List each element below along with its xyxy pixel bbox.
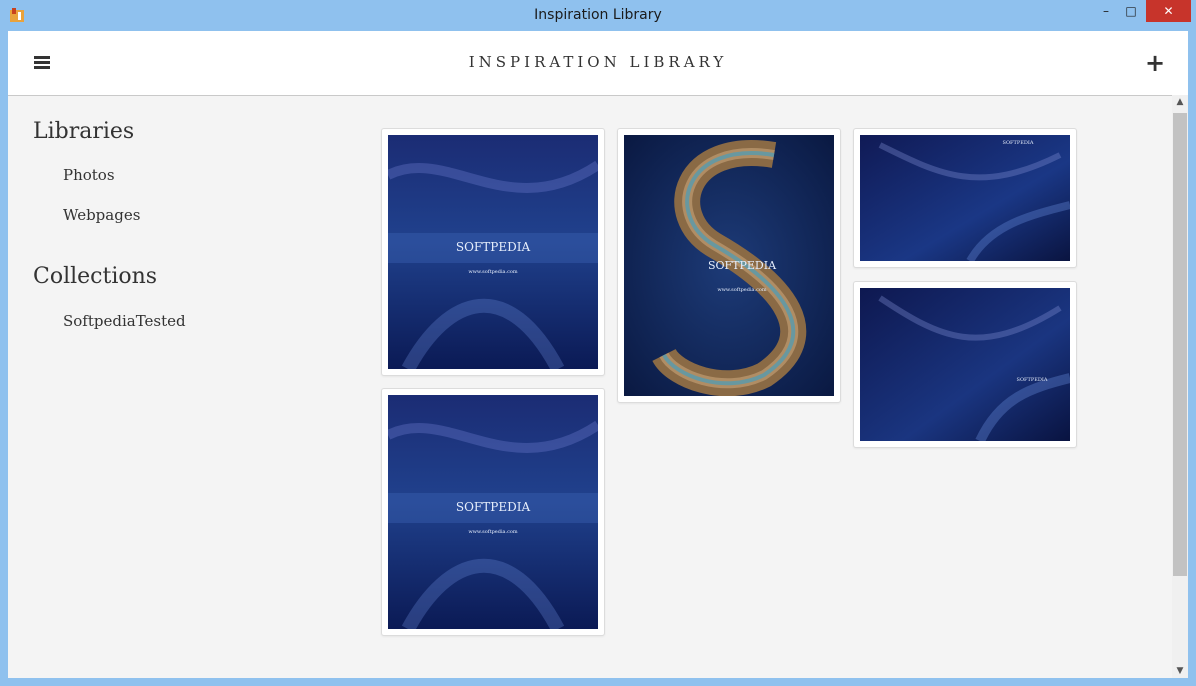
image-url-text: www.softpedia.com [468, 529, 518, 535]
title-bar[interactable]: Inspiration Library – □ ✕ [0, 0, 1196, 31]
gallery-image: SOFTPEDIA www.softpedia.com [624, 135, 834, 396]
image-brand-text: SOFTPEDIA [708, 259, 777, 272]
add-plus-icon[interactable]: + [1145, 51, 1165, 75]
app-content: INSPIRATION LIBRARY + Libraries Photos W… [8, 31, 1188, 678]
image-url-text: www.softpedia.com [717, 287, 767, 293]
page-title: INSPIRATION LIBRARY [468, 53, 728, 71]
collections-list: SoftpediaTested [33, 301, 186, 341]
minimize-button[interactable]: – [1095, 0, 1117, 22]
top-header: INSPIRATION LIBRARY + [8, 31, 1188, 96]
app-window: Inspiration Library – □ ✕ INSPIRATION LI… [0, 0, 1196, 686]
sidebar-item-webpages[interactable]: Webpages [63, 195, 140, 235]
image-url-text: www.softpedia.com [468, 269, 518, 275]
gallery-card[interactable]: SOFTPEDIA [853, 128, 1077, 268]
libraries-list: Photos Webpages [33, 155, 140, 235]
close-button[interactable]: ✕ [1146, 0, 1191, 22]
scrollbar-thumb[interactable] [1173, 113, 1187, 576]
image-brand-text: SOFTPEDIA [1003, 140, 1034, 146]
libraries-heading: Libraries [33, 119, 135, 144]
gallery-card[interactable]: SOFTPEDIA www.softpedia.com [381, 388, 605, 636]
gallery-image: SOFTPEDIA www.softpedia.com [388, 395, 598, 629]
sidebar-item-softpediatested[interactable]: SoftpediaTested [63, 301, 186, 341]
gallery-card[interactable]: SOFTPEDIA www.softpedia.com [381, 128, 605, 376]
image-brand-text: SOFTPEDIA [456, 500, 531, 514]
image-brand-text: SOFTPEDIA [1017, 377, 1048, 383]
gallery-card[interactable]: SOFTPEDIA [853, 281, 1077, 448]
gallery-image: SOFTPEDIA [860, 135, 1070, 261]
gallery-image: SOFTPEDIA [860, 288, 1070, 441]
scroll-up-icon[interactable]: ▲ [1172, 97, 1188, 107]
collections-heading: Collections [33, 264, 158, 289]
vertical-scrollbar[interactable]: ▲ ▼ [1172, 95, 1188, 678]
scroll-down-icon[interactable]: ▼ [1172, 666, 1188, 676]
maximize-button[interactable]: □ [1120, 0, 1142, 22]
gallery-card[interactable]: SOFTPEDIA www.softpedia.com [617, 128, 841, 403]
sidebar-item-photos[interactable]: Photos [63, 155, 140, 195]
gallery-image: SOFTPEDIA www.softpedia.com [388, 135, 598, 369]
image-brand-text: SOFTPEDIA [456, 240, 531, 254]
window-title: Inspiration Library [534, 7, 662, 23]
